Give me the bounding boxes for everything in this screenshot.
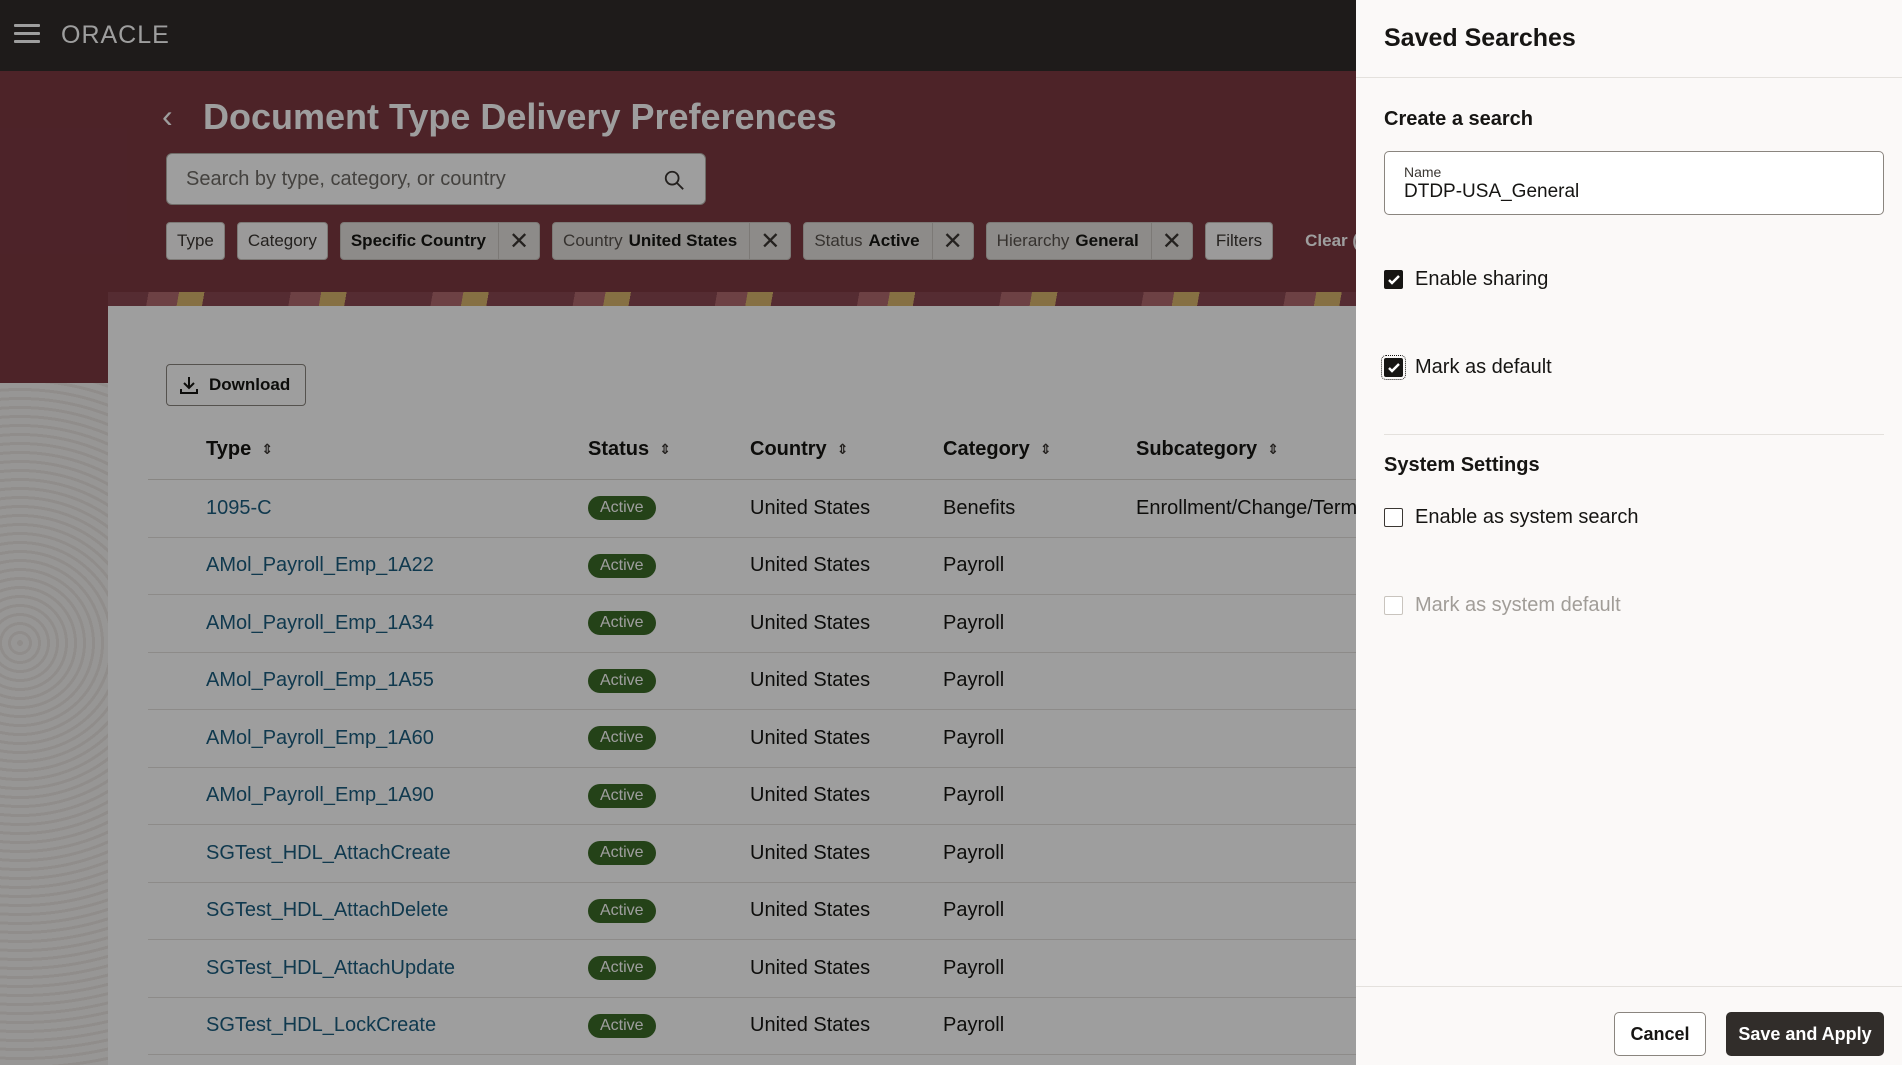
name-field[interactable]: Name DTDP-USA_General bbox=[1384, 151, 1884, 215]
create-search-heading: Create a search bbox=[1384, 108, 1533, 130]
name-field-label: Name bbox=[1404, 164, 1442, 180]
checkbox-icon bbox=[1384, 596, 1403, 615]
mark-system-default-checkbox: Mark as system default bbox=[1384, 594, 1621, 617]
checkbox-label: Enable as system search bbox=[1415, 506, 1639, 528]
divider bbox=[1384, 434, 1884, 435]
mark-default-checkbox[interactable]: Mark as default bbox=[1381, 355, 1552, 380]
cancel-button[interactable]: Cancel bbox=[1614, 1012, 1706, 1056]
drawer-title: Saved Searches bbox=[1356, 0, 1902, 78]
save-and-apply-button[interactable]: Save and Apply bbox=[1726, 1012, 1884, 1056]
checkbox-label: Enable sharing bbox=[1415, 268, 1549, 290]
enable-system-search-checkbox[interactable]: Enable as system search bbox=[1384, 506, 1638, 529]
checkbox-label: Mark as system default bbox=[1415, 594, 1621, 616]
modal-scrim[interactable] bbox=[0, 0, 1356, 1065]
checkbox-icon[interactable] bbox=[1384, 270, 1403, 289]
enable-sharing-checkbox[interactable]: Enable sharing bbox=[1384, 268, 1548, 291]
checkbox-label: Mark as default bbox=[1415, 356, 1552, 378]
saved-searches-drawer: Saved Searches Create a search Name DTDP… bbox=[1356, 0, 1902, 1065]
system-settings-heading: System Settings bbox=[1384, 454, 1540, 476]
checkbox-icon[interactable] bbox=[1384, 508, 1403, 527]
name-field-value[interactable]: DTDP-USA_General bbox=[1404, 181, 1883, 203]
drawer-footer: Cancel Save and Apply bbox=[1356, 986, 1902, 1065]
checkbox-icon[interactable] bbox=[1381, 355, 1406, 380]
